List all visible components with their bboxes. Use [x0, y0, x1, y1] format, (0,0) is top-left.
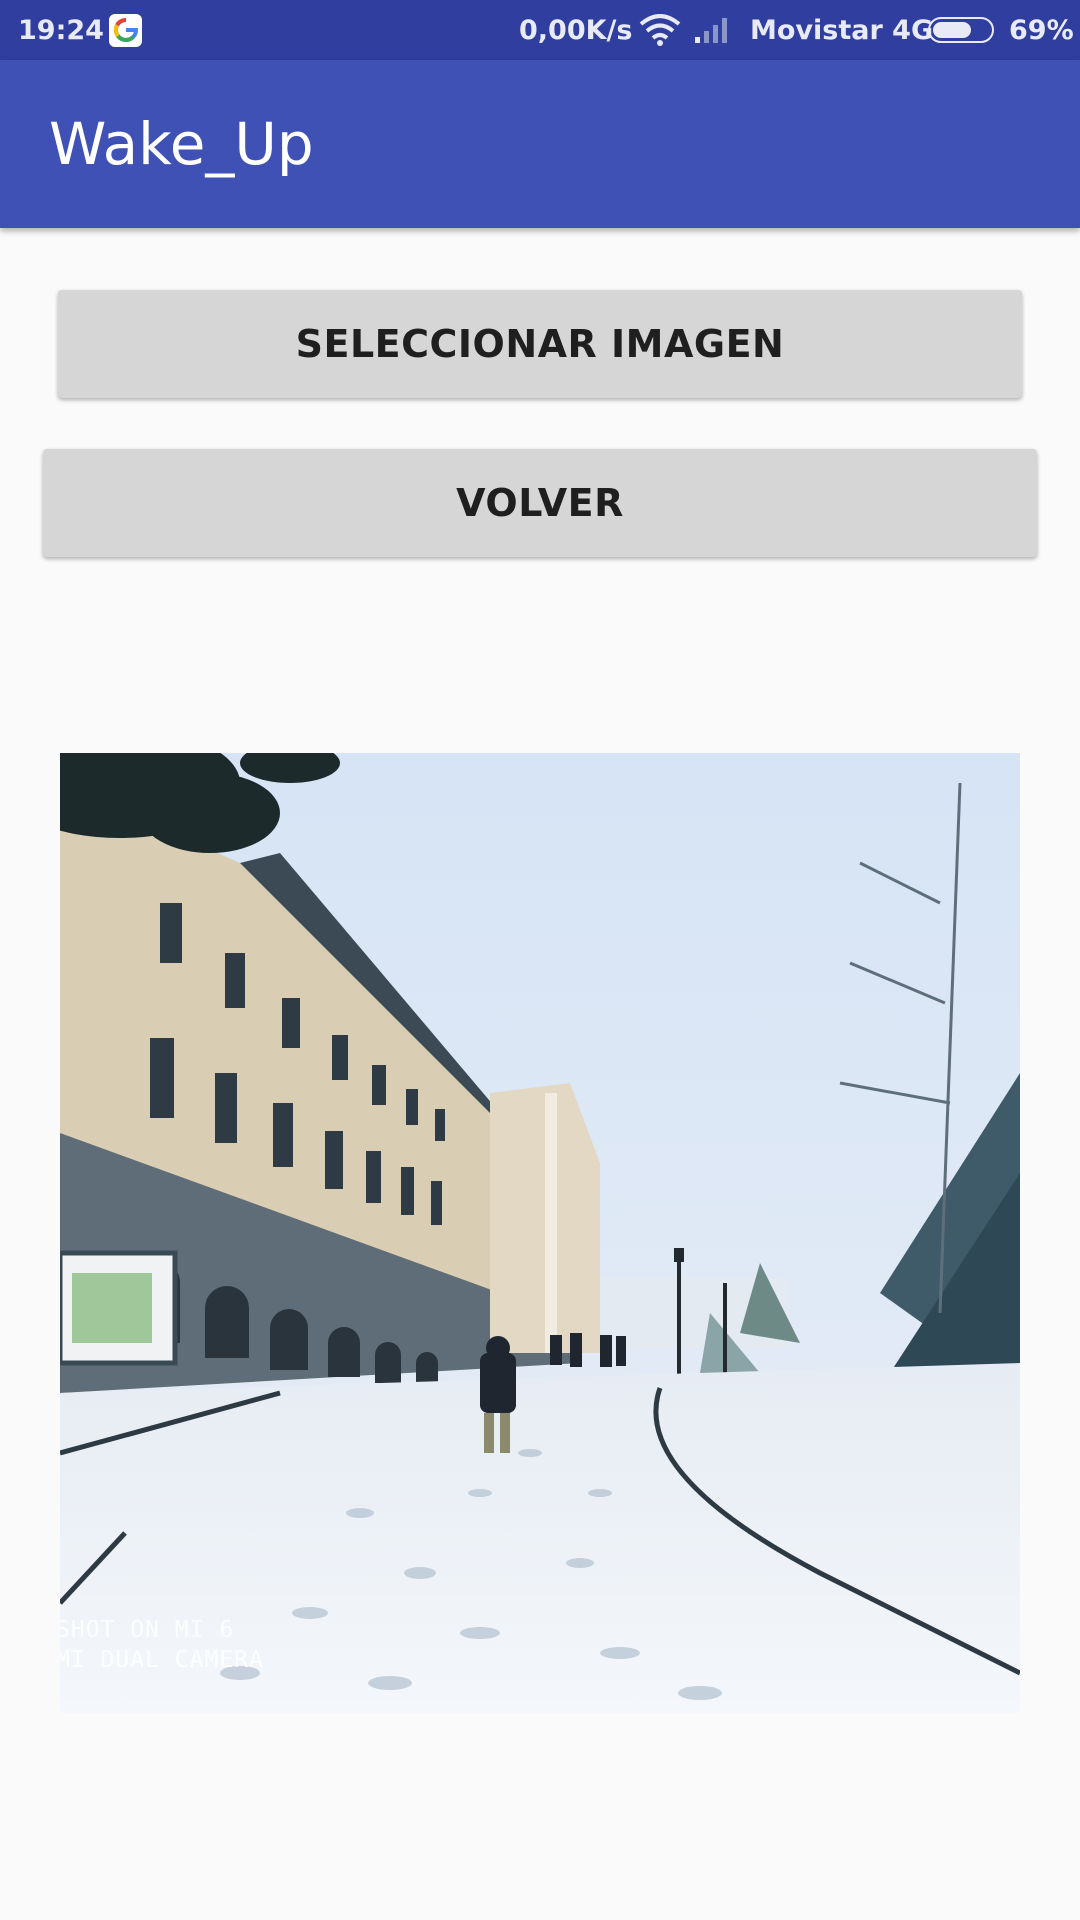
battery-percent: 69% — [1009, 14, 1074, 46]
snowy-campus-photo — [60, 753, 1020, 1713]
google-g-icon — [109, 13, 142, 47]
app-bar: Wake_Up — [0, 60, 1080, 228]
select-image-button[interactable]: SELECCIONAR IMAGEN — [58, 290, 1022, 398]
signal-icon — [693, 0, 733, 60]
back-button[interactable]: VOLVER — [43, 449, 1037, 557]
selected-image-preview: SHOT ON MI 6 MI DUAL CAMERA — [60, 753, 1020, 1713]
battery-icon — [928, 17, 994, 43]
carrier-name: Movistar 4G — [750, 14, 934, 46]
wifi-icon — [639, 0, 681, 60]
status-time: 19:24 — [18, 14, 104, 46]
status-bar: 19:24 0,00K/s Movistar 4G 69% — [0, 0, 1080, 60]
network-speed: 0,00K/s — [519, 14, 633, 46]
camera-watermark: SHOT ON MI 6 MI DUAL CAMERA — [60, 1615, 264, 1675]
watermark-line-2: MI DUAL CAMERA — [60, 1647, 264, 1673]
watermark-line-1: SHOT ON MI 6 — [60, 1617, 235, 1643]
battery-level — [933, 22, 971, 38]
app-title: Wake_Up — [49, 110, 314, 178]
